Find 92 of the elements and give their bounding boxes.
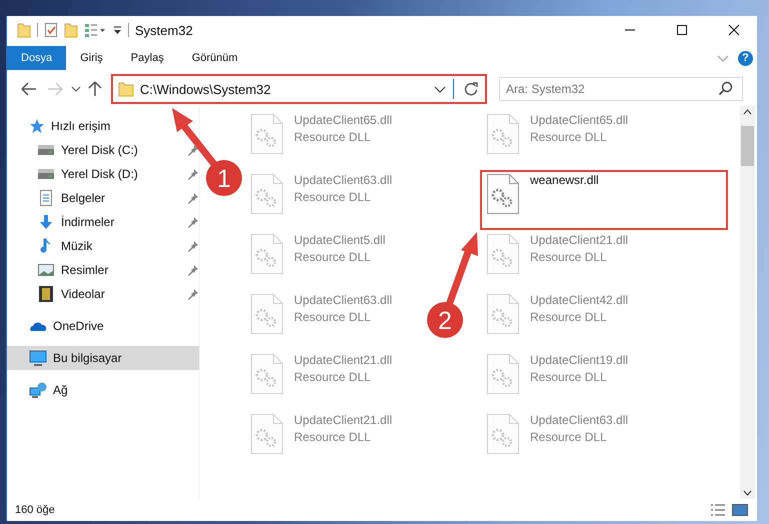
ribbon-tab[interactable]: Dosya	[7, 46, 66, 70]
file-type: Resource DLL	[530, 130, 608, 144]
file-item[interactable]: UpdateClient21.dll Resource DLL	[248, 410, 404, 470]
file-type: Resource DLL	[294, 430, 372, 444]
step-badge: 1	[206, 160, 242, 196]
dll-file-icon	[486, 113, 520, 155]
folder-icon	[118, 81, 134, 97]
details-view-icon[interactable]	[709, 502, 727, 518]
file-type: Resource DLL	[530, 370, 608, 384]
dll-file-icon	[250, 353, 284, 395]
file-name: UpdateClient65.dll	[294, 113, 392, 127]
pin-icon[interactable]	[187, 216, 199, 228]
sidebar-item[interactable]: Hızlı erişim	[7, 114, 114, 138]
dll-file-icon	[250, 413, 284, 455]
sidebar-item[interactable]: Ağ	[7, 378, 72, 402]
file-name: UpdateClient21.dll	[294, 353, 392, 367]
dll-file-icon	[250, 173, 284, 215]
address-field[interactable]: C:\Windows\System32	[111, 74, 487, 104]
file-type: Resource DLL	[530, 310, 608, 324]
help-button[interactable]: ?	[738, 50, 753, 66]
file-type: Resource DLL	[294, 190, 372, 204]
computer-icon	[29, 350, 47, 366]
dll-file-icon	[486, 233, 520, 275]
dll-file-icon	[250, 293, 284, 335]
sidebar-item[interactable]: Belgeler	[7, 186, 199, 210]
file-name: UpdateClient5.dll	[294, 233, 386, 247]
sidebar-item[interactable]: Yerel Disk (D:)	[7, 162, 199, 186]
file-item[interactable]: weanewsr.dll	[480, 170, 728, 230]
file-type: Resource DLL	[294, 310, 372, 324]
scrollbar-thumb[interactable]	[741, 126, 754, 166]
drive-icon	[37, 142, 55, 158]
file-type: Resource DLL	[530, 250, 608, 264]
file-type: Resource DLL	[294, 130, 372, 144]
file-name: UpdateClient63.dll	[294, 293, 392, 307]
drive-icon	[37, 166, 55, 182]
view-options-icon[interactable]	[84, 22, 106, 38]
document-icon	[37, 190, 55, 206]
file-item[interactable]: UpdateClient5.dll Resource DLL	[248, 230, 398, 290]
pin-icon[interactable]	[187, 168, 199, 180]
thumbnail-view-icon[interactable]	[731, 502, 749, 518]
properties-icon[interactable]	[44, 22, 58, 38]
file-name: UpdateClient42.dll	[530, 293, 628, 307]
file-item[interactable]: UpdateClient21.dll Resource DLL	[484, 230, 640, 290]
image-icon	[37, 262, 55, 278]
ribbon-tab[interactable]: Paylaş	[116, 46, 178, 70]
dll-file-icon	[486, 293, 520, 335]
file-item[interactable]: UpdateClient42.dll Resource DLL	[484, 290, 640, 350]
dll-file-icon	[486, 413, 520, 455]
arrow	[172, 108, 218, 168]
sidebar-item[interactable]: Bu bilgisayar	[7, 346, 199, 370]
dll-file-icon	[250, 113, 284, 155]
pin-icon[interactable]	[187, 192, 199, 204]
dll-file-icon	[486, 173, 520, 215]
pin-icon[interactable]	[187, 240, 199, 252]
pin-icon[interactable]	[187, 288, 199, 300]
file-name: UpdateClient21.dll	[530, 233, 628, 247]
sidebar-item[interactable]: Resimler	[7, 258, 199, 282]
sidebar-item[interactable]: Videolar	[7, 282, 199, 306]
download-icon	[37, 214, 55, 230]
ribbon-tab[interactable]: Görünüm	[178, 46, 252, 70]
pin-icon[interactable]	[187, 144, 199, 156]
file-item[interactable]: UpdateClient63.dll Resource DLL	[248, 170, 404, 230]
file-type: Resource DLL	[294, 250, 372, 264]
file-item[interactable]: UpdateClient65.dll Resource DLL	[248, 110, 404, 170]
dll-file-icon	[486, 353, 520, 395]
file-type: Resource DLL	[294, 370, 372, 384]
scrollbar[interactable]	[740, 106, 755, 499]
sidebar-item[interactable]: Müzik	[7, 234, 199, 258]
sidebar-item[interactable]: OneDrive	[7, 314, 108, 338]
sidebar-item[interactable]: İndirmeler	[7, 210, 199, 234]
file-name: weanewsr.dll	[530, 173, 599, 187]
sidebar-item[interactable]: Yerel Disk (C:)	[7, 138, 199, 162]
star-icon	[29, 118, 45, 134]
file-name: UpdateClient63.dll	[294, 173, 392, 187]
file-item[interactable]: UpdateClient63.dll Resource DLL	[248, 290, 404, 350]
item-count: 160 öğe	[15, 504, 55, 516]
file-name: UpdateClient63.dll	[530, 413, 628, 427]
file-name: UpdateClient65.dll	[530, 113, 628, 127]
file-item[interactable]: UpdateClient63.dll Resource DLL	[484, 410, 640, 470]
dll-file-icon	[250, 233, 284, 275]
file-item[interactable]: UpdateClient21.dll Resource DLL	[248, 350, 404, 410]
network-icon	[29, 382, 47, 398]
step-badge: 2	[427, 302, 463, 338]
file-item[interactable]: UpdateClient19.dll Resource DLL	[484, 350, 640, 410]
window-title: System32	[135, 22, 193, 38]
file-type: Resource DLL	[530, 430, 608, 444]
film-icon	[37, 286, 55, 302]
ribbon-tab[interactable]: Giriş	[66, 46, 117, 70]
file-name: UpdateClient19.dll	[530, 353, 628, 367]
file-name: UpdateClient21.dll	[294, 413, 392, 427]
pin-icon[interactable]	[187, 264, 199, 276]
file-item[interactable]: UpdateClient65.dll Resource DLL	[484, 110, 640, 170]
